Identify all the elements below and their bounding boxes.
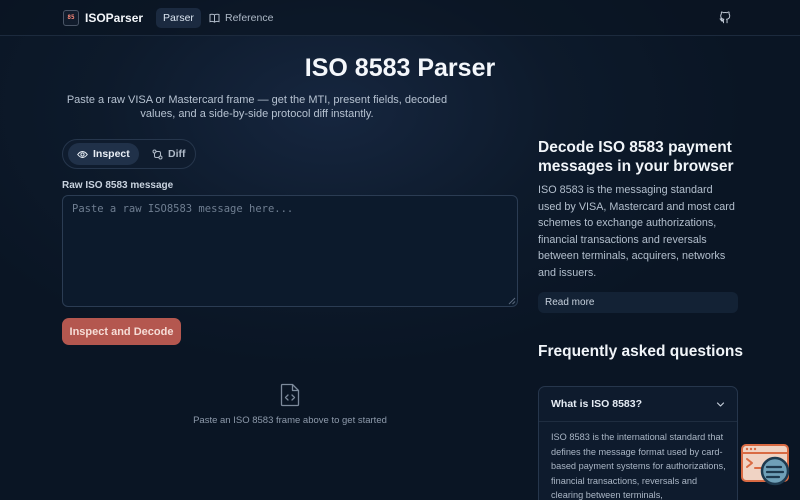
- faq-answer: ISO 8583 is the international standard t…: [551, 432, 726, 500]
- faq-divider: [539, 421, 737, 422]
- faq-question[interactable]: What is ISO 8583?: [551, 398, 642, 410]
- faq-heading: Frequently asked questions: [538, 343, 743, 360]
- page-subtitle: Paste a raw VISA or Mastercard frame — g…: [66, 94, 448, 120]
- faq-item: What is ISO 8583? ISO 8583 is the intern…: [538, 386, 738, 500]
- diff-icon: [152, 149, 163, 159]
- message-input[interactable]: [62, 195, 518, 307]
- tab-reference-label: Reference: [225, 12, 274, 24]
- tab-parser[interactable]: Parser: [156, 8, 201, 28]
- page-title: ISO 8583 Parser: [304, 54, 496, 82]
- logo-icon[interactable]: 85: [63, 10, 79, 26]
- about-heading: Decode ISO 8583 payment messages in your…: [538, 139, 734, 175]
- tab-parser-label: Parser: [163, 12, 194, 24]
- github-icon[interactable]: [719, 11, 732, 24]
- eye-icon: [77, 150, 88, 158]
- inspect-mode-label: Inspect: [93, 148, 130, 160]
- message-input-label: Raw ISO 8583 message: [62, 180, 174, 191]
- brand-name[interactable]: ISOParser: [85, 11, 143, 25]
- chevron-down-icon[interactable]: [716, 400, 725, 409]
- file-code-icon: [280, 383, 300, 407]
- resize-grip-icon[interactable]: [508, 297, 516, 305]
- inspect-mode-button[interactable]: Inspect: [68, 143, 139, 165]
- mode-toggle: Inspect Diff: [62, 139, 196, 169]
- about-text: ISO 8583 is the messaging standard used …: [538, 184, 735, 279]
- diff-mode-label: Diff: [168, 148, 186, 160]
- tab-reference[interactable]: Reference: [202, 8, 280, 28]
- book-icon: [209, 13, 220, 23]
- diff-mode-button[interactable]: Diff: [143, 143, 195, 165]
- read-more-button[interactable]: Read more: [538, 292, 738, 313]
- console-widget-icon[interactable]: [741, 444, 791, 488]
- inspect-and-decode-button[interactable]: Inspect and Decode: [62, 318, 181, 345]
- empty-state-text: Paste an ISO 8583 frame above to get sta…: [193, 415, 387, 426]
- top-navbar: 85 ISOParser Parser Reference: [0, 0, 800, 36]
